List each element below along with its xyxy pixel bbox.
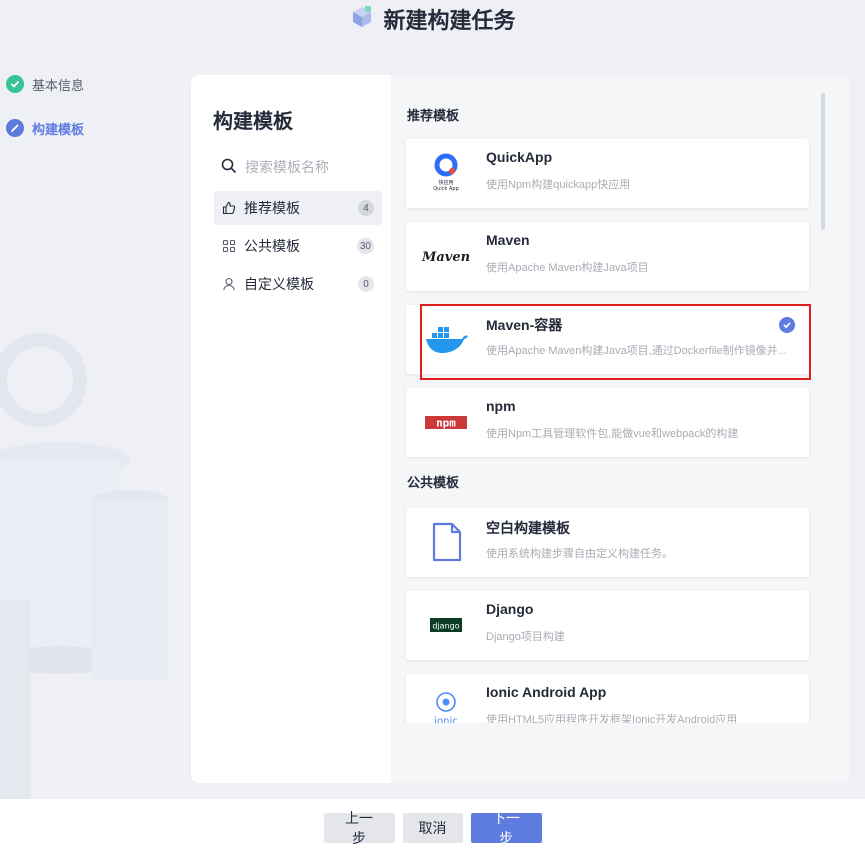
search-input[interactable]: 搜索模板名称 [221,157,329,177]
template-name: QuickApp [486,149,553,165]
step-basic-info[interactable]: 基本信息 [6,74,84,94]
template-desc: 使用系统构建步骤自由定义构建任务。 [486,548,673,560]
template-desc: 使用Apache Maven构建Java项目 [486,262,649,274]
template-card: 构建模板 搜索模板名称 推荐模板 4 公共模板 30 自定义模板 0 推荐模板 … [191,75,849,783]
template-name: 空白构建模板 [486,520,570,536]
maven-logo: Maven [420,236,472,276]
group-title-public: 公共模板 [407,475,460,490]
quickapp-logo-subtext: Quick App [433,186,459,192]
template-name: Maven-容器 [486,317,563,333]
prev-step-button[interactable]: 上一步 [323,810,395,846]
quickapp-logo-text: 快应用 [438,179,453,186]
scrollbar[interactable] [821,93,825,230]
step-label: 基本信息 [32,77,85,93]
grid-icon [222,239,236,253]
quickapp-logo: 快应用 Quick App [420,153,472,193]
template-name: Ionic Android App [486,684,607,700]
search-placeholder: 搜索模板名称 [245,159,329,175]
cube-icon [349,4,375,35]
blank-file-icon [420,522,472,562]
template-card-ionic[interactable]: ionic Ionic Android App 使用HTML5应用程序开发框架I… [406,674,809,723]
category-label: 推荐模板 [244,200,300,216]
group-title-recommended: 推荐模板 [407,108,460,123]
template-desc: Django项目构建 [486,631,565,643]
thumbs-up-icon [222,201,236,215]
template-name: npm [486,398,516,414]
template-list-panel: 推荐模板 快应用 Quick App QuickApp 使用Npm构建quick… [391,75,849,783]
template-scroll-area[interactable]: 推荐模板 快应用 Quick App QuickApp 使用Npm构建quick… [391,75,849,723]
ionic-logo-text: ionic [434,716,458,723]
panel-title: 构建模板 [213,111,293,133]
template-desc: 使用Npm构建quickapp快应用 [486,179,631,191]
django-logo: django [420,605,472,645]
category-label: 公共模板 [244,238,300,254]
category-recommended[interactable]: 推荐模板 4 [214,191,382,225]
template-card-maven[interactable]: Maven Maven 使用Apache Maven构建Java项目 [406,222,809,291]
category-label: 自定义模板 [244,276,314,292]
search-icon [221,158,237,177]
template-desc: 使用Apache Maven构建Java项目,通过Dockerfile制作镜像并… [486,345,787,357]
template-desc: 使用HTML5应用程序开发框架Ionic开发Android应用 [486,714,738,723]
category-list: 推荐模板 4 公共模板 30 自定义模板 0 [214,191,382,305]
check-circle-icon [6,75,24,93]
category-custom[interactable]: 自定义模板 0 [214,267,382,301]
template-card-django[interactable]: django Django Django项目构建 [406,591,809,660]
template-card-quickapp[interactable]: 快应用 Quick App QuickApp 使用Npm构建quickapp快应… [406,139,809,208]
footer-bar: 上一步 取消 下一步 [0,799,865,857]
docker-whale-icon [420,319,472,359]
template-card-blank[interactable]: 空白构建模板 使用系统构建步骤自由定义构建任务。 [406,508,809,577]
page-header: 新建构建任务 [0,5,865,33]
selected-check-icon [779,317,795,333]
category-count: 4 [358,200,374,216]
template-card-npm[interactable]: npm npm 使用Npm工具管理软件包,能做vue和webpack的构建 [406,388,809,457]
template-desc: 使用Npm工具管理软件包,能做vue和webpack的构建 [486,428,739,440]
django-logo-text: django [432,622,459,631]
step-build-template[interactable]: 构建模板 [6,118,84,138]
category-panel: 构建模板 搜索模板名称 推荐模板 4 公共模板 30 自定义模板 0 [191,75,391,783]
cancel-button[interactable]: 取消 [402,813,463,843]
template-name: Maven [486,232,530,248]
npm-logo: npm [420,402,472,442]
category-public[interactable]: 公共模板 30 [214,229,382,263]
pencil-icon [6,119,24,137]
template-card-maven-container[interactable]: Maven-容器 使用Apache Maven构建Java项目,通过Docker… [406,305,809,374]
ionic-logo: ionic [420,688,472,723]
next-step-button[interactable]: 下一步 [470,810,542,846]
npm-logo-text: npm [436,417,456,430]
step-label: 构建模板 [32,121,85,137]
step-indicator: 基本信息 构建模板 [6,74,84,162]
user-icon [222,277,236,291]
category-count: 0 [358,276,374,292]
page-title: 新建构建任务 [383,8,516,33]
maven-logo-text: Maven [421,250,470,265]
template-name: Django [486,601,534,617]
category-count: 30 [356,238,374,254]
